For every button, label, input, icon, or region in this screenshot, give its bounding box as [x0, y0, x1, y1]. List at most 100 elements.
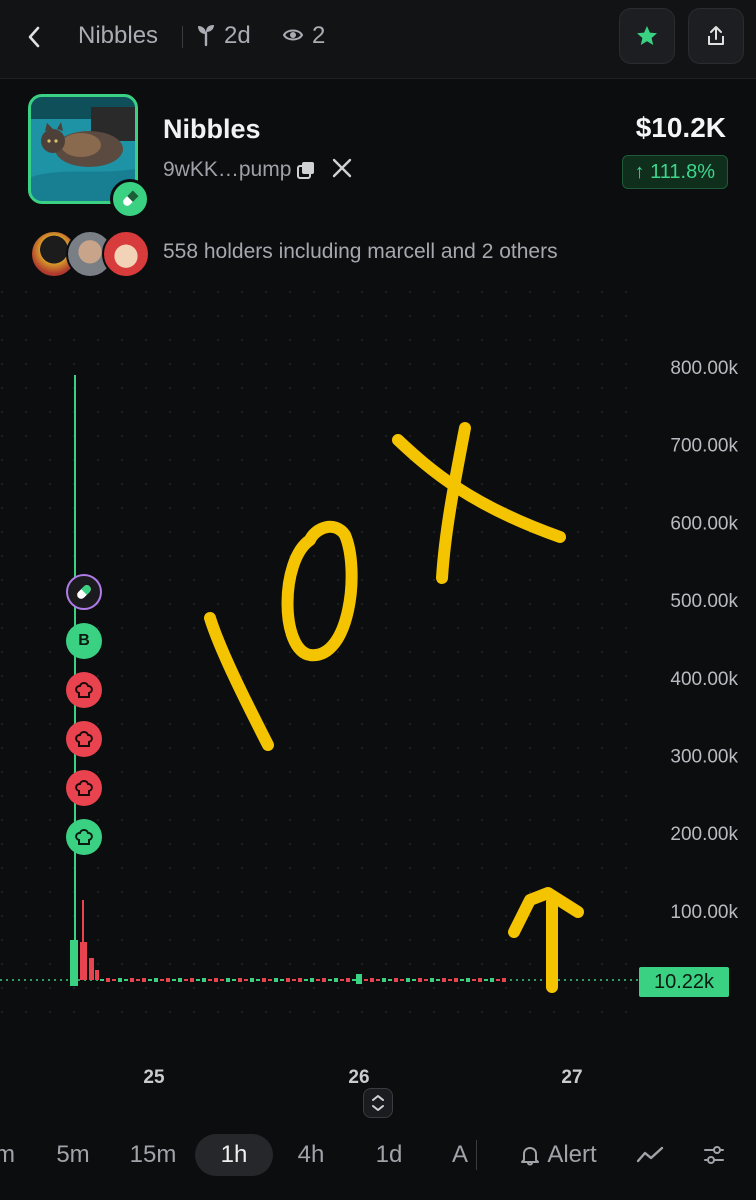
small-candle — [382, 978, 386, 982]
small-candle — [472, 979, 476, 981]
y-axis-label: 200.00k — [670, 824, 738, 845]
pill-marker-icon[interactable] — [66, 574, 102, 610]
small-candle — [442, 978, 446, 982]
small-candle — [400, 979, 404, 981]
small-candle — [208, 979, 212, 981]
small-candle — [412, 979, 416, 981]
small-candle — [100, 979, 104, 981]
alert-label: Alert — [547, 1141, 597, 1168]
back-button[interactable] — [22, 20, 52, 54]
candle — [80, 942, 87, 980]
current-price-tag: 10.22k — [639, 967, 729, 997]
small-candle — [502, 978, 506, 982]
small-candle — [172, 979, 176, 981]
small-candle — [346, 978, 350, 982]
small-candle — [250, 978, 254, 982]
small-candle — [274, 978, 278, 982]
small-candle — [424, 979, 428, 981]
timeframe-4h[interactable]: 4h — [288, 1134, 334, 1176]
chart-expand-button[interactable] — [363, 1088, 393, 1118]
small-candle — [460, 979, 464, 981]
small-candle — [334, 978, 338, 982]
chart-settings-button[interactable] — [694, 1134, 734, 1176]
timeframe-15m[interactable]: 15m — [124, 1134, 182, 1176]
line-chart-icon — [636, 1146, 664, 1163]
small-candle — [340, 979, 344, 981]
y-axis-label: 300.00k — [670, 747, 738, 768]
copy-icon[interactable] — [296, 160, 316, 185]
chef-hat-sell-icon[interactable] — [66, 770, 102, 806]
timeframe-all[interactable]: A — [446, 1134, 474, 1176]
small-candle — [226, 978, 230, 982]
small-candle — [484, 979, 488, 981]
small-candle — [406, 978, 410, 982]
small-candle — [286, 978, 290, 982]
small-candle — [304, 979, 308, 981]
alert-button[interactable]: Alert — [510, 1134, 606, 1176]
small-candle — [196, 979, 200, 981]
y-axis-label: 400.00k — [670, 669, 738, 690]
small-candle — [166, 978, 170, 982]
candle — [89, 958, 94, 980]
small-candle — [262, 978, 266, 982]
small-candle — [190, 978, 194, 982]
small-candle — [328, 979, 332, 981]
y-axis-label: 700.00k — [670, 436, 738, 457]
small-candle — [148, 979, 152, 981]
chart-type-button[interactable] — [628, 1134, 672, 1176]
small-candle — [220, 979, 224, 981]
star-icon — [637, 26, 657, 45]
small-candle — [388, 979, 392, 981]
share-icon — [708, 26, 724, 45]
share-button[interactable] — [688, 8, 744, 64]
small-candle — [478, 978, 482, 982]
chef-hat-sell-icon[interactable] — [66, 721, 102, 757]
header-token-name: Nibbles — [78, 22, 159, 49]
timeframe-1d[interactable]: 1d — [366, 1134, 412, 1176]
small-candle — [136, 979, 140, 981]
small-candle — [280, 979, 284, 981]
header-divider — [182, 26, 183, 48]
holder-avatars[interactable] — [30, 230, 150, 278]
small-candle — [394, 978, 398, 982]
small-candle — [178, 978, 182, 982]
small-candle — [292, 979, 296, 981]
price-change-badge: ↑ 111.8% — [621, 155, 728, 189]
small-candle — [322, 978, 326, 982]
small-candle — [118, 978, 122, 982]
small-candle — [106, 978, 110, 982]
token-address: 9wKK…pump — [163, 158, 292, 181]
small-candle — [184, 979, 188, 981]
y-axis-label: 600.00k — [670, 513, 738, 534]
small-candle — [466, 978, 470, 982]
chef-hat-sell-icon[interactable] — [66, 672, 102, 708]
timeframe-5m[interactable]: 5m — [48, 1134, 98, 1176]
bell-icon — [521, 1147, 540, 1166]
favorite-button[interactable] — [619, 8, 675, 64]
candle — [70, 940, 78, 986]
small-candle — [418, 978, 422, 982]
y-axis-label: 800.00k — [670, 358, 738, 379]
small-candle — [430, 978, 434, 982]
x-axis-label: 25 — [143, 1067, 165, 1088]
x-axis-label: 26 — [348, 1067, 369, 1088]
small-candle — [124, 979, 128, 981]
timeframe-m[interactable]: m — [0, 1134, 16, 1176]
chef-hat-buy-icon[interactable] — [66, 819, 102, 855]
sprout-icon — [196, 21, 216, 56]
small-candle — [256, 979, 260, 981]
y-axis-label: 500.00k — [670, 591, 738, 612]
small-candle — [142, 978, 146, 982]
token-name: Nibbles — [163, 114, 261, 144]
x-social-icon[interactable] — [331, 157, 353, 185]
buy-marker[interactable]: B — [66, 623, 102, 659]
small-candle — [370, 978, 374, 982]
holder-avatar — [102, 230, 150, 278]
small-candle — [316, 979, 320, 981]
market-cap: $10.2K — [635, 112, 726, 143]
small-candle — [310, 978, 314, 982]
x-axis-label: 27 — [561, 1067, 582, 1088]
small-candle — [376, 979, 380, 981]
timeframe-1h[interactable]: 1h — [195, 1134, 273, 1176]
y-axis-label: 100.00k — [670, 902, 738, 923]
